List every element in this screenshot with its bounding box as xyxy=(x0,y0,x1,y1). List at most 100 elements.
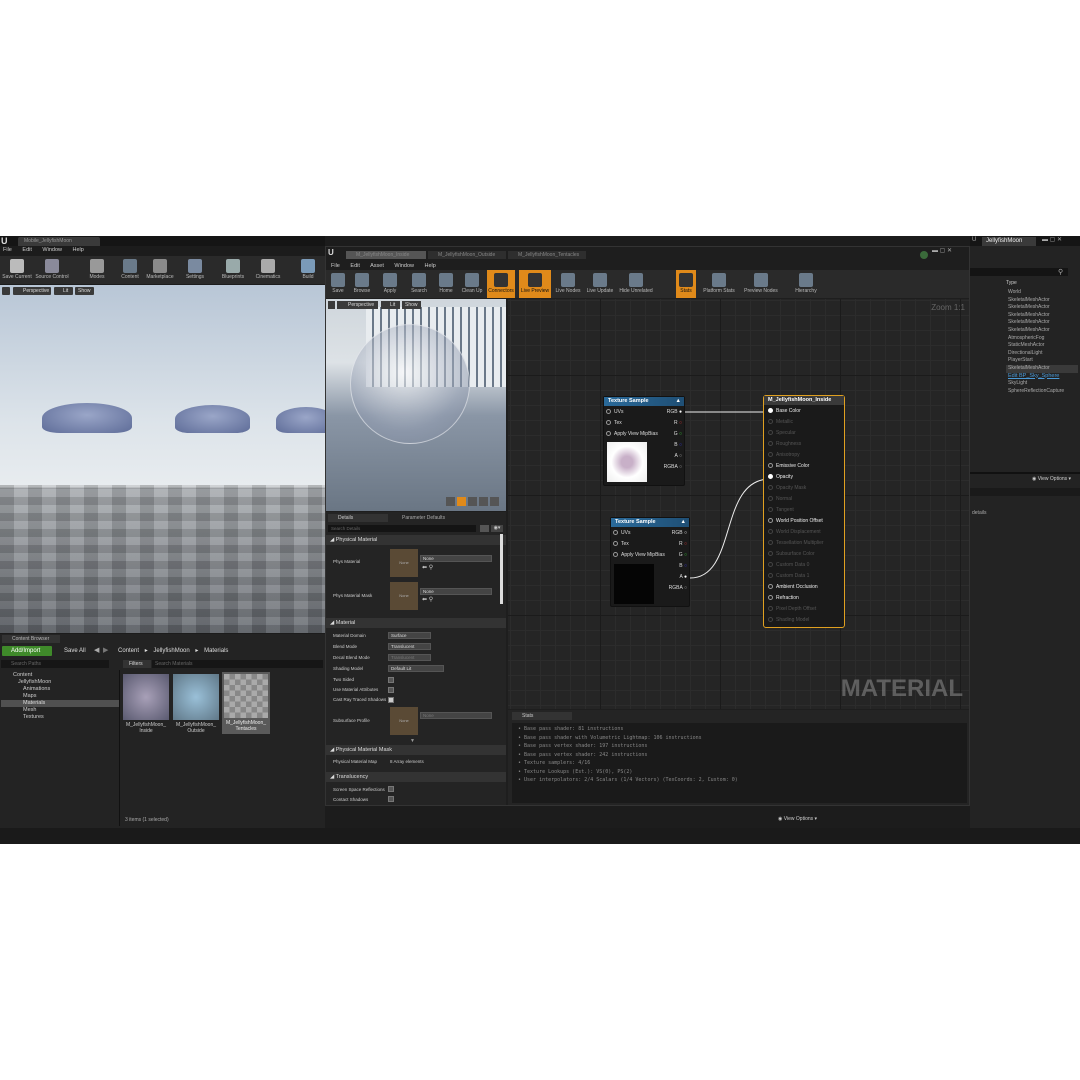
search-details-input[interactable]: Search Details xyxy=(328,525,476,532)
stats-tab[interactable]: Stats xyxy=(512,712,572,720)
outliner-row[interactable]: DirectionalLight xyxy=(1006,350,1078,358)
outliner-row[interactable]: SphereReflectionCapture xyxy=(1006,388,1078,396)
result-pin-roughness[interactable]: Roughness xyxy=(764,439,844,450)
input-pin-uvs[interactable]: UVs xyxy=(606,407,658,418)
clean-up-button[interactable]: Clean Up xyxy=(459,270,485,298)
decal-blend-mode-dropdown[interactable]: Translucent xyxy=(388,654,431,661)
lit-button[interactable]: Lit xyxy=(381,301,400,309)
hide-unrelated-button[interactable]: Hide Unrelated xyxy=(618,270,654,298)
input-pin-mipbias[interactable]: Apply View MipBias xyxy=(613,550,665,561)
tree-item[interactable]: JellyfishMoon xyxy=(1,679,119,686)
add-import-button[interactable]: Add/Import xyxy=(2,646,52,656)
result-pin-shading-model[interactable]: Shading Model xyxy=(764,615,844,626)
show-button[interactable]: Show xyxy=(402,301,421,309)
input-pin-tex[interactable]: Tex xyxy=(606,418,658,429)
output-pin-a[interactable]: A ● xyxy=(669,572,687,583)
content-button[interactable]: Content xyxy=(113,256,147,284)
outliner-view-options-button[interactable]: ◉ View Options ▾ xyxy=(1032,476,1071,482)
use-material-attributes-checkbox[interactable] xyxy=(388,687,394,693)
connectors-button[interactable]: Connectors xyxy=(487,270,515,298)
window-controls[interactable]: ▬ ▢ ✕ xyxy=(932,247,952,254)
result-pin-custom-data-0[interactable]: Custom Data 0 xyxy=(764,560,844,571)
back-arrow-icon[interactable]: ◀ xyxy=(94,646,99,654)
result-pin-refraction[interactable]: Refraction xyxy=(764,593,844,604)
material-domain-dropdown[interactable]: Surface xyxy=(388,632,431,639)
result-pin-world-position-offset[interactable]: World Position Offset xyxy=(764,516,844,527)
material-graph-canvas[interactable]: Zoom 1:1 MATERIAL Texture Sample ▲ UVs Te… xyxy=(508,299,969,709)
arrow-left-icon[interactable]: ⬅ ⚲ xyxy=(422,564,433,571)
source-control-button[interactable]: Source Control xyxy=(35,256,69,284)
view-options-button[interactable]: ◉ View Options ▾ xyxy=(778,816,817,822)
build-button[interactable]: Build xyxy=(291,256,325,284)
live-preview-button[interactable]: Live Preview xyxy=(519,270,551,298)
outliner-row[interactable]: World xyxy=(1006,289,1078,297)
menu-help[interactable]: Help xyxy=(425,263,436,269)
blend-mode-dropdown[interactable]: Translucent xyxy=(388,643,431,650)
output-pin-g[interactable]: G ○ xyxy=(664,429,682,440)
save-current-button[interactable]: Save Current xyxy=(0,256,34,284)
menu-edit[interactable]: Edit xyxy=(22,247,31,253)
output-pin-g[interactable]: G ○ xyxy=(669,550,687,561)
tree-item[interactable]: Maps xyxy=(1,693,119,700)
browse-button[interactable]: Browse xyxy=(350,270,374,298)
viewport-options-button[interactable] xyxy=(328,301,335,309)
asset-tile-selected[interactable]: M_JellyfishMoon_ Tentacles xyxy=(222,672,270,734)
asset-tile[interactable]: M_JellyfishMoon_ Outside xyxy=(173,674,219,740)
breadcrumb-content[interactable]: Content xyxy=(118,648,139,654)
material-tab-outside[interactable]: M_JellyfishMoon_Outside xyxy=(428,251,506,259)
result-pin-world-displacement[interactable]: World Displacement xyxy=(764,527,844,538)
output-pin-b[interactable]: B ○ xyxy=(669,561,687,572)
menu-edit[interactable]: Edit xyxy=(350,263,359,269)
section-physical-material-mask[interactable]: ◢ Physical Material Mask xyxy=(326,745,506,755)
result-pin-opacity-mask[interactable]: Opacity Mask xyxy=(764,483,844,494)
eye-icon[interactable]: ◉▾ xyxy=(491,525,503,532)
settings-button[interactable]: Settings xyxy=(178,256,212,284)
menu-window[interactable]: Window xyxy=(42,247,62,253)
section-physical-material[interactable]: ◢ Physical Material xyxy=(326,535,506,545)
output-pin-a[interactable]: A ○ xyxy=(664,451,682,462)
outliner-row[interactable]: SkeletalMeshActor xyxy=(1006,327,1078,335)
show-button[interactable]: Show xyxy=(75,287,94,295)
menu-file[interactable]: File xyxy=(331,263,340,269)
live-update-button[interactable]: Live Update xyxy=(586,270,614,298)
two-sided-checkbox[interactable] xyxy=(388,677,394,683)
cast-ray-traced-shadows-checkbox[interactable] xyxy=(388,697,394,703)
phys-material-mask-dropdown[interactable]: None xyxy=(420,588,492,595)
cube-icon[interactable] xyxy=(479,497,488,506)
stats-button[interactable]: Stats xyxy=(676,270,696,298)
input-pin-tex[interactable]: Tex xyxy=(613,539,665,550)
scrollbar[interactable] xyxy=(500,534,503,604)
result-pin-metallic[interactable]: Metallic xyxy=(764,417,844,428)
material-tab-inside[interactable]: M_JellyfishMoon_Inside xyxy=(346,251,426,259)
output-pin-rgb[interactable]: RGB ○ xyxy=(669,528,687,539)
search-button[interactable]: Search xyxy=(406,270,432,298)
output-pin-b[interactable]: B ○ xyxy=(664,440,682,451)
texture-sample-node-2[interactable]: Texture Sample ▲ UVs Tex Apply View MipBi… xyxy=(610,517,690,607)
save-button[interactable]: Save xyxy=(328,270,348,298)
project-tab[interactable]: JellyfishMoon xyxy=(982,237,1036,246)
phys-material-dropdown[interactable]: None xyxy=(420,555,492,562)
marketplace-button[interactable]: Marketplace xyxy=(143,256,177,284)
breadcrumb-jellyfishmoon[interactable]: JellyfishMoon xyxy=(153,648,189,654)
details-tab[interactable]: Details xyxy=(328,514,388,522)
input-pin-uvs[interactable]: UVs xyxy=(613,528,665,539)
menu-help[interactable]: Help xyxy=(73,247,84,253)
home-button[interactable]: Home xyxy=(436,270,456,298)
forward-arrow-icon[interactable]: ▶ xyxy=(103,646,108,654)
material-preview-viewport[interactable]: Perspective Lit Show xyxy=(326,299,506,511)
subsurface-profile-dropdown[interactable]: None xyxy=(420,712,492,719)
result-pin-tessellation-multiplier[interactable]: Tessellation Multiplier xyxy=(764,538,844,549)
cinematics-button[interactable]: Cinematics xyxy=(251,256,285,284)
hierarchy-button[interactable]: Hierarchy xyxy=(792,270,820,298)
teapot-icon[interactable] xyxy=(490,497,499,506)
material-tab-tentacles[interactable]: M_JellyfishMoon_Tentacles xyxy=(508,251,586,259)
live-nodes-button[interactable]: Live Nodes xyxy=(554,270,582,298)
result-pin-opacity[interactable]: Opacity xyxy=(764,472,844,483)
tree-item[interactable]: Textures xyxy=(1,714,119,721)
perspective-button[interactable]: Perspective xyxy=(337,301,378,309)
screen-space-reflections-checkbox[interactable] xyxy=(388,786,394,792)
tree-item-selected[interactable]: Materials xyxy=(1,700,119,707)
outliner-row[interactable]: SkeletalMeshActor xyxy=(1006,312,1078,320)
result-pin-tangent[interactable]: Tangent xyxy=(764,505,844,516)
outliner-row[interactable]: SkeletalMeshActor xyxy=(1006,297,1078,305)
